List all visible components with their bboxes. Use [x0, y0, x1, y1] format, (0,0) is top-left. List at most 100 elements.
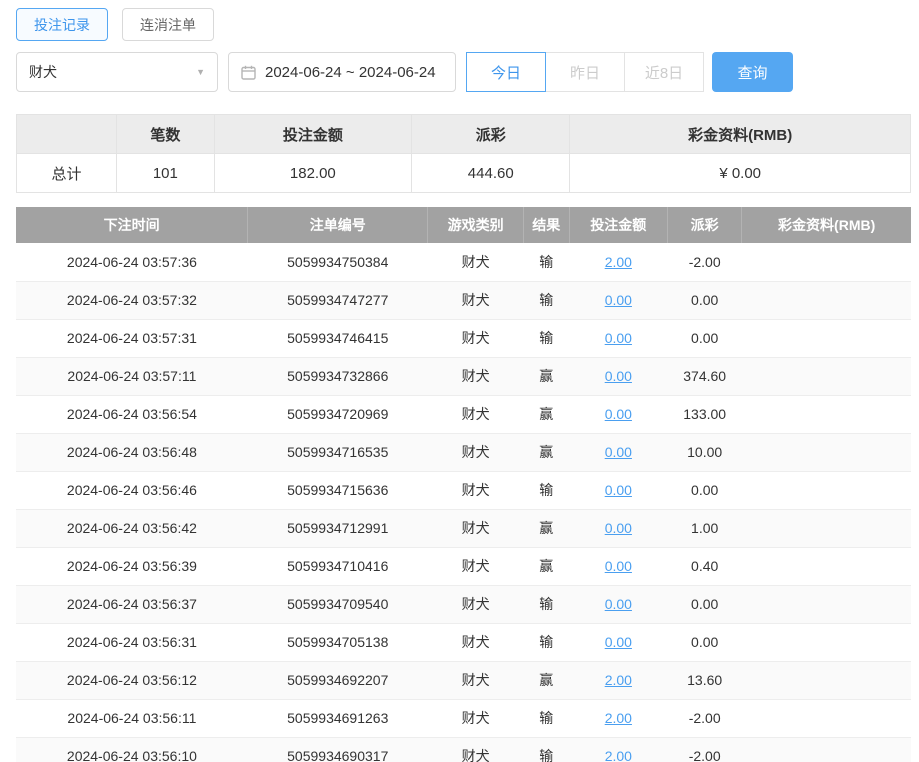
- cell-bet-time: 2024-06-24 03:56:10: [16, 737, 248, 762]
- cell-order-id: 5059934750384: [248, 243, 428, 281]
- cell-bet-amount: 0.00: [569, 623, 667, 661]
- cell-bonus: [742, 471, 911, 509]
- cell-result: 输: [523, 281, 569, 319]
- records-header-bet-amount: 投注金额: [569, 207, 667, 243]
- cell-payout: 0.00: [668, 471, 742, 509]
- cell-bet-amount: 0.00: [569, 319, 667, 357]
- cell-game-type: 财犬: [428, 585, 524, 623]
- cell-bet-time: 2024-06-24 03:56:39: [16, 547, 248, 585]
- cell-game-type: 财犬: [428, 243, 524, 281]
- search-button[interactable]: 查询: [712, 52, 793, 92]
- cell-game-type: 财犬: [428, 433, 524, 471]
- summary-total-bet-amount: 182.00: [214, 154, 412, 193]
- cell-result: 输: [523, 471, 569, 509]
- quick-filter-group: 今日 昨日 近8日: [466, 52, 704, 92]
- cell-game-type: 财犬: [428, 661, 524, 699]
- table-row: 2024-06-24 03:56:425059934712991财犬赢0.001…: [16, 509, 911, 547]
- bet-amount-link[interactable]: 2.00: [605, 748, 632, 762]
- cell-bet-amount: 2.00: [569, 661, 667, 699]
- cell-bet-amount: 0.00: [569, 357, 667, 395]
- cell-result: 输: [523, 585, 569, 623]
- date-range-picker[interactable]: 2024-06-24 ~ 2024-06-24: [228, 52, 456, 92]
- cell-bet-time: 2024-06-24 03:57:11: [16, 357, 248, 395]
- table-row: 2024-06-24 03:57:115059934732866财犬赢0.003…: [16, 357, 911, 395]
- records-header-payout: 派彩: [668, 207, 742, 243]
- summary-total-label: 总计: [17, 154, 117, 193]
- summary-header-bet-amount: 投注金额: [214, 115, 412, 154]
- summary-header-count: 笔数: [117, 115, 214, 154]
- cell-game-type: 财犬: [428, 357, 524, 395]
- page: 投注记录 连消注单 财犬 ▼ 2024-06-24 ~ 2024-06-24 今…: [0, 0, 919, 762]
- cell-bet-time: 2024-06-24 03:56:48: [16, 433, 248, 471]
- cell-result: 输: [523, 319, 569, 357]
- cell-result: 输: [523, 737, 569, 762]
- cell-bet-time: 2024-06-24 03:56:37: [16, 585, 248, 623]
- filter-bar: 财犬 ▼ 2024-06-24 ~ 2024-06-24 今日 昨日 近8日 查…: [16, 52, 911, 92]
- cell-payout: 10.00: [668, 433, 742, 471]
- table-row: 2024-06-24 03:57:315059934746415财犬输0.000…: [16, 319, 911, 357]
- cell-order-id: 5059934747277: [248, 281, 428, 319]
- game-select[interactable]: 财犬 ▼: [16, 52, 218, 92]
- cell-bonus: [742, 319, 911, 357]
- cell-game-type: 财犬: [428, 623, 524, 661]
- cell-order-id: 5059934709540: [248, 585, 428, 623]
- table-row: 2024-06-24 03:56:395059934710416财犬赢0.000…: [16, 547, 911, 585]
- cell-bonus: [742, 737, 911, 762]
- bet-amount-link[interactable]: 0.00: [605, 330, 632, 346]
- bet-amount-link[interactable]: 2.00: [605, 672, 632, 688]
- bet-amount-link[interactable]: 0.00: [605, 634, 632, 650]
- cell-bet-time: 2024-06-24 03:57:36: [16, 243, 248, 281]
- records-header-time: 下注时间: [16, 207, 248, 243]
- tab-bet-records[interactable]: 投注记录: [16, 8, 108, 41]
- quick-filter-last-8-days[interactable]: 近8日: [624, 52, 704, 92]
- cell-bet-time: 2024-06-24 03:56:12: [16, 661, 248, 699]
- bet-amount-link[interactable]: 0.00: [605, 482, 632, 498]
- table-row: 2024-06-24 03:56:485059934716535财犬赢0.001…: [16, 433, 911, 471]
- bet-amount-link[interactable]: 0.00: [605, 596, 632, 612]
- table-row: 2024-06-24 03:56:125059934692207财犬赢2.001…: [16, 661, 911, 699]
- bet-amount-link[interactable]: 2.00: [605, 710, 632, 726]
- tab-cancelled-orders[interactable]: 连消注单: [122, 8, 214, 41]
- bet-amount-link[interactable]: 0.00: [605, 520, 632, 536]
- cell-bet-time: 2024-06-24 03:56:11: [16, 699, 248, 737]
- cell-payout: -2.00: [668, 737, 742, 762]
- records-header-bonus: 彩金资料(RMB): [742, 207, 911, 243]
- bet-amount-link[interactable]: 0.00: [605, 558, 632, 574]
- summary-header-empty: [17, 115, 117, 154]
- cell-bonus: [742, 547, 911, 585]
- game-select-value: 财犬: [29, 62, 57, 82]
- cell-bet-time: 2024-06-24 03:57:31: [16, 319, 248, 357]
- cell-order-id: 5059934732866: [248, 357, 428, 395]
- bet-amount-link[interactable]: 0.00: [605, 292, 632, 308]
- cell-bet-amount: 0.00: [569, 395, 667, 433]
- cell-game-type: 财犬: [428, 699, 524, 737]
- cell-order-id: 5059934691263: [248, 699, 428, 737]
- cell-game-type: 财犬: [428, 281, 524, 319]
- cell-result: 输: [523, 623, 569, 661]
- bet-amount-link[interactable]: 0.00: [605, 368, 632, 384]
- bet-amount-link[interactable]: 0.00: [605, 406, 632, 422]
- cell-game-type: 财犬: [428, 737, 524, 762]
- table-row: 2024-06-24 03:56:465059934715636财犬输0.000…: [16, 471, 911, 509]
- bet-amount-link[interactable]: 2.00: [605, 254, 632, 270]
- cell-game-type: 财犬: [428, 547, 524, 585]
- cell-bet-time: 2024-06-24 03:57:32: [16, 281, 248, 319]
- cell-result: 输: [523, 243, 569, 281]
- cell-bet-amount: 0.00: [569, 585, 667, 623]
- cell-bonus: [742, 243, 911, 281]
- cell-bet-time: 2024-06-24 03:56:42: [16, 509, 248, 547]
- quick-filter-yesterday[interactable]: 昨日: [545, 52, 625, 92]
- cell-bet-amount: 0.00: [569, 509, 667, 547]
- quick-filter-today[interactable]: 今日: [466, 52, 546, 92]
- cell-order-id: 5059934746415: [248, 319, 428, 357]
- cell-bonus: [742, 623, 911, 661]
- cell-result: 输: [523, 699, 569, 737]
- records-header-game-type: 游戏类别: [428, 207, 524, 243]
- cell-order-id: 5059934716535: [248, 433, 428, 471]
- table-row: 2024-06-24 03:56:545059934720969财犬赢0.001…: [16, 395, 911, 433]
- cell-bonus: [742, 357, 911, 395]
- cell-order-id: 5059934710416: [248, 547, 428, 585]
- cell-payout: 0.00: [668, 623, 742, 661]
- records-table-body: 2024-06-24 03:57:365059934750384财犬输2.00-…: [16, 243, 911, 762]
- bet-amount-link[interactable]: 0.00: [605, 444, 632, 460]
